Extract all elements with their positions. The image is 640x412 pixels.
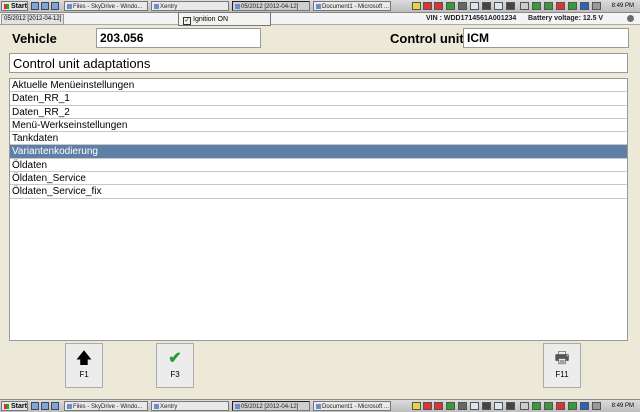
f3-key-label: F3 (170, 370, 180, 379)
tray-icon[interactable] (556, 402, 565, 410)
control-unit-field: ICM (463, 28, 629, 48)
status-lamp-icon (627, 15, 634, 22)
tray-icon[interactable] (434, 402, 443, 410)
tray-icon[interactable] (412, 2, 421, 10)
tray-icon[interactable] (470, 402, 479, 410)
f1-key-label: F1 (79, 370, 89, 379)
vin-readout: VIN : WDD1714561A001234 (426, 15, 517, 22)
tray-icon[interactable] (482, 2, 491, 10)
tray-icon[interactable] (532, 402, 541, 410)
quicklaunch-icon[interactable] (31, 402, 39, 410)
checkbox-icon: ✓ (183, 17, 191, 25)
battery-voltage: Battery voltage: 12.5 V (528, 15, 604, 22)
tray-icon[interactable] (520, 402, 529, 410)
list-item[interactable]: Daten_RR_1 (10, 92, 627, 106)
taskbar-clock: 8:49 PM (611, 3, 634, 9)
list-item[interactable]: Öldaten_Service (10, 172, 627, 186)
tray-icon[interactable] (568, 402, 577, 410)
list-item[interactable]: Aktuelle Menüeinstellungen (10, 79, 627, 93)
quicklaunch-icon[interactable] (51, 2, 59, 10)
tray-icon[interactable] (532, 2, 541, 10)
ignition-tooltip: ✓ Ignition ON (178, 12, 271, 26)
list-item[interactable]: Daten_RR_2 (10, 106, 627, 119)
tray-icon[interactable] (423, 2, 432, 10)
tray-icon[interactable] (520, 2, 529, 10)
tray-icon[interactable] (568, 2, 577, 10)
tray-icon[interactable] (592, 402, 601, 410)
tray-icon[interactable] (580, 2, 589, 10)
task-xentry[interactable]: Xentry (151, 401, 229, 411)
task-xentry-session[interactable]: 05/2012 [2012-04-12] (232, 401, 310, 411)
start-button[interactable]: Start (1, 401, 28, 411)
checkmark-icon: ✔ (168, 350, 182, 367)
tray-icon[interactable] (434, 2, 443, 10)
tray-icon[interactable] (592, 2, 601, 10)
bottom-taskbar: Start Files - SkyDrive - Windo... Xentry… (0, 399, 640, 412)
tray-icon[interactable] (446, 402, 455, 410)
f3-confirm-button[interactable]: ✔ F3 (156, 343, 194, 388)
window-label: 05/2012 [2012-04-12] (1, 14, 65, 25)
tray-icon[interactable] (580, 402, 589, 410)
tray-icon[interactable] (482, 402, 491, 410)
tray-icon[interactable] (470, 2, 479, 10)
printer-icon: 🖶 (554, 350, 570, 367)
task-xentry-session[interactable]: 05/2012 [2012-04-12] (232, 1, 310, 11)
task-skydrive[interactable]: Files - SkyDrive - Windo... (64, 1, 148, 11)
vehicle-label: Vehicle (12, 31, 57, 46)
quicklaunch-icon[interactable] (41, 402, 49, 410)
top-taskbar: Start Files - SkyDrive - Windo... Xentry… (0, 0, 640, 13)
tray-icon[interactable] (494, 402, 503, 410)
start-button[interactable]: Start (1, 1, 28, 11)
ignition-text: Ignition ON (193, 16, 229, 23)
list-item-selected[interactable]: Variantenkodierung (10, 145, 627, 159)
task-document1[interactable]: Document1 - Microsoft ... (313, 1, 391, 11)
adaptations-list: Aktuelle Menüeinstellungen Daten_RR_1 Da… (9, 78, 628, 341)
quicklaunch-icon[interactable] (31, 2, 39, 10)
section-title: Control unit adaptations (9, 53, 628, 73)
tray-icon[interactable] (544, 2, 553, 10)
list-item[interactable]: Öldaten_Service_fix (10, 185, 627, 199)
tray-icon[interactable] (556, 2, 565, 10)
tray-icon[interactable] (458, 2, 467, 10)
tray-icon[interactable] (458, 402, 467, 410)
list-item[interactable]: Menü-Werkseinstellungen (10, 119, 627, 133)
quicklaunch-icon[interactable] (41, 2, 49, 10)
list-item[interactable]: Tankdaten (10, 132, 627, 146)
f1-up-button[interactable]: 🡅 F1 (65, 343, 103, 388)
quicklaunch-icon[interactable] (51, 402, 59, 410)
control-unit-label: Control unit (390, 31, 464, 46)
tray-icon[interactable] (544, 402, 553, 410)
tray-icon[interactable] (506, 402, 515, 410)
arrow-up-icon: 🡅 (75, 350, 93, 367)
tray-icon[interactable] (506, 2, 515, 10)
tray-icon[interactable] (446, 2, 455, 10)
tray-icon[interactable] (494, 2, 503, 10)
f11-key-label: F11 (555, 370, 569, 379)
tray-icon[interactable] (423, 402, 432, 410)
task-xentry[interactable]: Xentry (151, 1, 229, 11)
vehicle-field: 203.056 (96, 28, 261, 48)
f11-print-button[interactable]: 🖶 F11 (543, 343, 581, 388)
task-document1[interactable]: Document1 - Microsoft ... (313, 401, 391, 411)
task-skydrive[interactable]: Files - SkyDrive - Windo... (64, 401, 148, 411)
list-item[interactable]: Öldaten (10, 159, 627, 173)
tray-icon[interactable] (412, 402, 421, 410)
taskbar-clock: 8:49 PM (611, 403, 634, 409)
